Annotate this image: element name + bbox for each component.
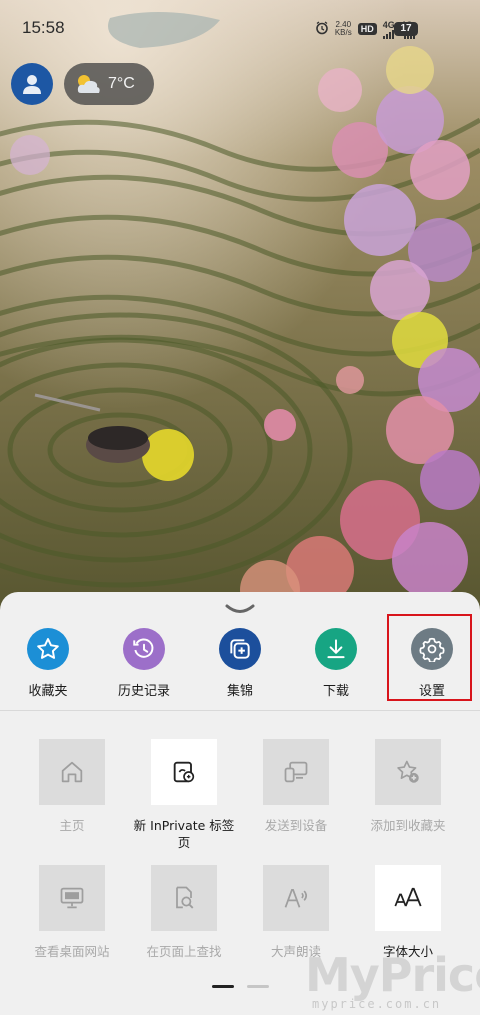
history-icon bbox=[133, 638, 154, 658]
find-in-page-label: 在页面上查找 bbox=[146, 944, 222, 959]
weather-widget[interactable]: 7°C bbox=[64, 63, 154, 105]
new-inprivate-tab-menu-item[interactable]: 新 InPrivate 标签页 bbox=[128, 739, 240, 851]
home-icon bbox=[61, 761, 83, 783]
home-menu-item[interactable]: 主页 bbox=[16, 739, 128, 834]
network-speed: 2.40 KB/s bbox=[335, 21, 352, 37]
partly-cloudy-icon bbox=[77, 75, 100, 93]
star-icon bbox=[37, 638, 59, 659]
font-size-icon bbox=[394, 887, 422, 907]
battery-level: 17 bbox=[400, 23, 412, 34]
watermark-logo: MyPrice bbox=[305, 948, 480, 1002]
collapse-handle-icon[interactable] bbox=[224, 600, 256, 619]
weather-temperature: 7°C bbox=[108, 75, 135, 92]
watermark-url: myprice.com.cn bbox=[312, 997, 442, 1011]
network-speed-unit: KB/s bbox=[334, 28, 352, 37]
sim1-signal: 4G bbox=[383, 20, 395, 39]
signal-bars-icon bbox=[383, 29, 395, 39]
downloads-button[interactable]: 下载 bbox=[301, 628, 371, 699]
status-time: 15:58 bbox=[22, 18, 65, 37]
sim1-label: 4G bbox=[382, 19, 395, 30]
desktop-site-icon bbox=[60, 887, 84, 909]
read-aloud-icon bbox=[284, 888, 308, 908]
find-in-page-menu-item[interactable]: 在页面上查找 bbox=[128, 865, 240, 960]
view-desktop-site-label: 查看桌面网站 bbox=[34, 944, 110, 959]
inprivate-tab-icon bbox=[173, 761, 195, 783]
section-divider bbox=[0, 710, 480, 711]
collections-icon bbox=[230, 639, 250, 659]
person-icon bbox=[23, 75, 41, 94]
battery-icon: 17 bbox=[394, 22, 418, 36]
favorites-button[interactable]: 收藏夹 bbox=[13, 628, 83, 699]
favorites-label: 收藏夹 bbox=[28, 684, 68, 699]
downloads-label: 下载 bbox=[322, 684, 349, 699]
page-indicator-inactive[interactable] bbox=[247, 985, 269, 988]
settings-highlight-box bbox=[387, 614, 472, 701]
view-desktop-site-menu-item[interactable]: 查看桌面网站 bbox=[16, 865, 128, 960]
history-label: 历史记录 bbox=[117, 684, 170, 699]
alarm-icon bbox=[315, 20, 329, 38]
profile-avatar-button[interactable] bbox=[11, 63, 53, 105]
send-to-device-menu-item[interactable]: 发送到设备 bbox=[240, 739, 352, 834]
history-button[interactable]: 历史记录 bbox=[109, 628, 179, 699]
status-bar: 15:58 2.40 KB/s HD 4G 4G+ 17 bbox=[0, 0, 480, 56]
font-size-menu-item[interactable]: 字体大小 bbox=[352, 865, 464, 960]
page-indicator-active[interactable] bbox=[212, 985, 234, 988]
send-to-device-icon bbox=[284, 761, 308, 783]
add-to-favorites-label: 添加到收藏夹 bbox=[370, 818, 446, 833]
hd-badge: HD bbox=[357, 23, 377, 35]
collections-label: 集锦 bbox=[226, 684, 253, 699]
download-icon bbox=[327, 639, 345, 659]
find-in-page-icon bbox=[176, 886, 194, 909]
read-aloud-menu-item[interactable]: 大声朗读 bbox=[240, 865, 352, 960]
home-label: 主页 bbox=[59, 818, 85, 833]
add-to-favorites-menu-item[interactable]: 添加到收藏夹 bbox=[352, 739, 464, 834]
new-inprivate-tab-label: 新 InPrivate 标签页 bbox=[133, 818, 235, 850]
collections-button[interactable]: 集锦 bbox=[205, 628, 275, 699]
send-to-device-label: 发送到设备 bbox=[264, 818, 328, 833]
add-favorite-icon bbox=[397, 760, 419, 783]
